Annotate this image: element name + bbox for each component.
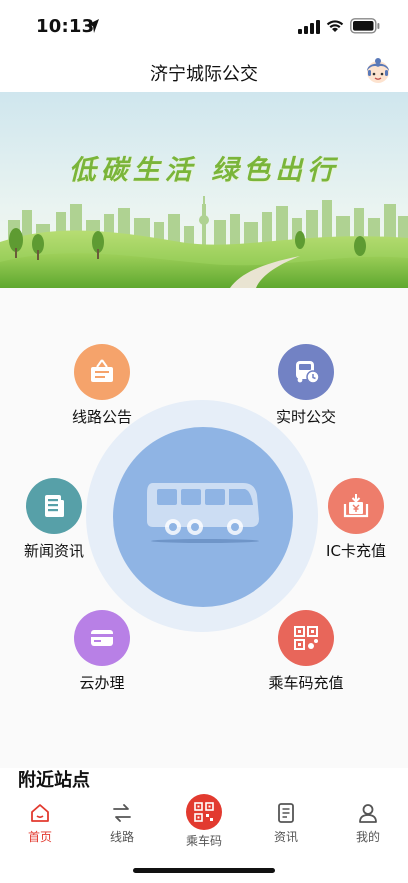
tab-news[interactable]: 资讯 <box>256 802 316 845</box>
page-title: 济宁城际公交 <box>150 64 258 85</box>
home-icon <box>31 804 49 822</box>
app-screen: 10:13 济宁城际公交 低碳生活 绿色出行 线路公告 实时公交 新闻资讯 IC… <box>0 0 408 883</box>
news-label: 新闻资讯 <box>23 542 84 560</box>
location-arrow-icon <box>87 19 99 33</box>
newspaper-icon <box>26 478 82 534</box>
signal-icon <box>298 20 320 34</box>
tab-home-label: 首页 <box>27 830 52 844</box>
qr-code-icon <box>194 802 214 822</box>
ride-code-fab[interactable] <box>186 794 222 830</box>
status-bar: 10:13 <box>0 0 408 52</box>
promo-banner[interactable]: 低碳生活 绿色出行 <box>0 92 408 288</box>
tab-home[interactable]: 首页 <box>10 802 70 845</box>
route-notice-button[interactable]: 线路公告 <box>66 344 138 427</box>
bus-icon <box>147 483 259 543</box>
notice-board-icon <box>74 344 130 400</box>
tab-ride-code[interactable]: 乘车码 <box>174 794 234 849</box>
banner-slogan: 低碳生活 绿色出行 <box>68 155 340 186</box>
document-icon <box>278 803 294 823</box>
wifi-icon <box>326 20 344 32</box>
ic-card-recharge-label: IC卡充值 <box>326 542 386 560</box>
realtime-bus-button[interactable]: 实时公交 <box>268 344 344 427</box>
qr-bus-icon <box>278 610 334 666</box>
ride-code-recharge-button[interactable]: 乘车码充值 <box>260 610 352 693</box>
route-notice-label: 线路公告 <box>71 408 132 426</box>
nearby-stations-heading: 附近站点 <box>18 770 90 791</box>
battery-icon <box>350 18 380 34</box>
news-button[interactable]: 新闻资讯 <box>16 478 92 561</box>
tab-mine[interactable]: 我的 <box>338 802 398 845</box>
cloud-service-label: 云办理 <box>79 674 125 692</box>
ride-code-recharge-label: 乘车码充值 <box>268 674 344 692</box>
tab-mine-label: 我的 <box>355 830 380 844</box>
user-icon <box>359 804 377 823</box>
home-indicator <box>133 868 275 873</box>
cloud-service-button[interactable]: 云办理 <box>72 610 132 693</box>
tab-ride-code-label: 乘车码 <box>185 834 222 848</box>
route-arrows-icon <box>113 804 131 822</box>
service-panel: 线路公告 实时公交 新闻资讯 IC卡充值 云办理 乘车码充值 <box>0 288 408 768</box>
banner-illustration <box>0 92 408 288</box>
card-recharge-icon <box>328 478 384 534</box>
card-icon <box>74 610 130 666</box>
realtime-bus-label: 实时公交 <box>275 408 336 426</box>
bus-hub-button[interactable] <box>113 427 293 607</box>
nav-header: 济宁城际公交 <box>0 52 408 90</box>
tab-news-label: 资讯 <box>273 830 298 844</box>
ic-card-recharge-button[interactable]: IC卡充值 <box>318 478 394 561</box>
tab-routes[interactable]: 线路 <box>92 802 152 845</box>
customer-service-avatar-icon[interactable] <box>364 56 392 86</box>
bus-clock-icon <box>278 344 334 400</box>
tab-routes-label: 线路 <box>109 830 134 844</box>
